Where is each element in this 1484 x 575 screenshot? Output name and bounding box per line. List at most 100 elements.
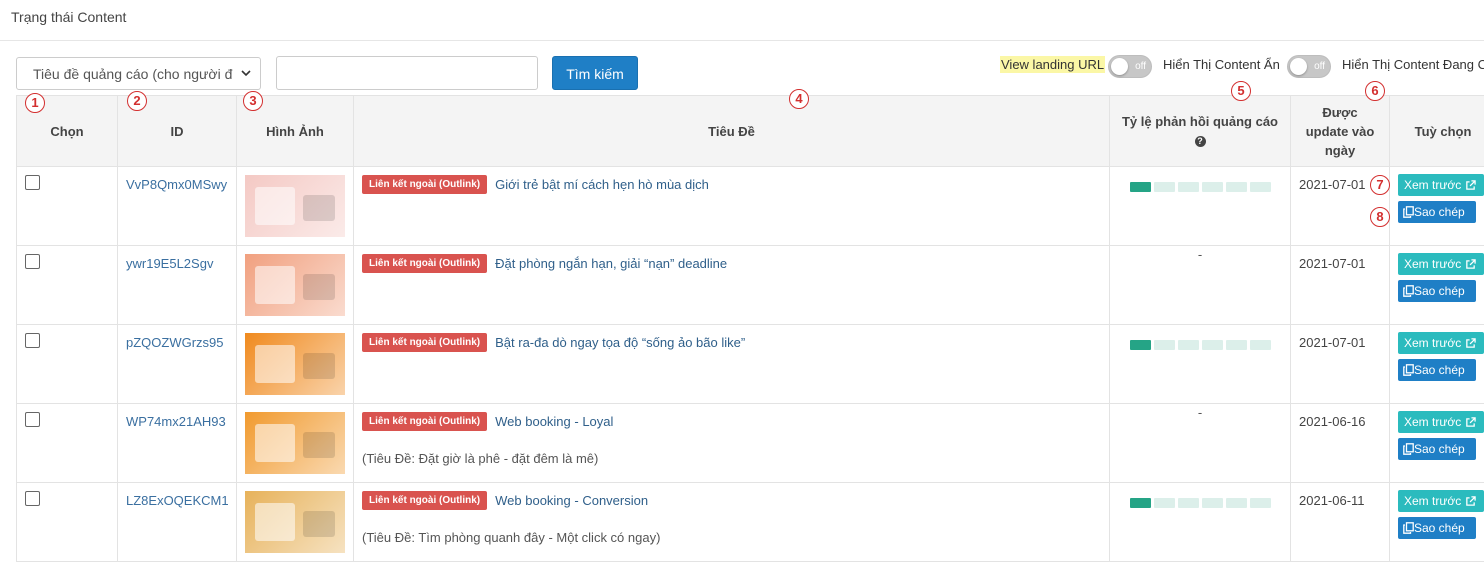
content-id-link[interactable]: ywr19E5L2Sgv (126, 256, 213, 271)
row-checkbox[interactable] (25, 412, 40, 427)
id-cell: pZQOZWGrzs95 (117, 324, 237, 404)
select-cell (16, 482, 118, 562)
show-running-content-label: Hiển Thị Content Đang Chạy (1342, 57, 1484, 72)
content-subtitle: (Tiêu Đề: Tìm phòng quanh đây - Một clic… (362, 530, 661, 545)
rate-bar-segment (1201, 340, 1223, 350)
content-title-link[interactable]: Bật ra-đa dò ngay tọa độ “sống ảo bão li… (495, 335, 745, 350)
rate-bar-segment (1225, 340, 1247, 350)
outlink-badge: Liên kết ngoài (Outlink) (362, 491, 488, 510)
header-title: Tiêu Đề (353, 95, 1110, 167)
header-response-rate: Tỷ lệ phản hồi quảng cáo ? (1109, 95, 1291, 167)
title-divider (0, 40, 1484, 41)
filter-select-value: Tiêu đề quảng cáo (cho người đ (33, 66, 233, 82)
row-checkbox[interactable] (25, 491, 40, 506)
rate-bar-segment (1249, 340, 1271, 350)
external-link-icon (1465, 259, 1476, 269)
rate-bar-segment (1249, 182, 1271, 192)
response-rate-bars (1129, 498, 1271, 508)
content-thumbnail[interactable] (245, 412, 345, 474)
preview-button[interactable]: Xem trước (1398, 490, 1484, 512)
annotation-marker-2: 2 (127, 91, 147, 111)
copy-icon (1403, 443, 1414, 455)
table-row: LZ8ExOQEKCM1 Liên kết ngoài (Outlink) Web … (16, 482, 1484, 562)
rate-bar-segment (1153, 340, 1175, 350)
response-rate-bars (1129, 182, 1271, 192)
outlink-badge: Liên kết ngoài (Outlink) (362, 175, 488, 194)
rate-bar-segment (1129, 182, 1151, 192)
content-id-link[interactable]: VvP8Qmx0MSwy (126, 177, 227, 192)
view-landing-url-toggle[interactable]: off (1108, 55, 1152, 78)
copy-button[interactable]: Sao chép (1398, 201, 1476, 223)
preview-button[interactable]: Xem trước (1398, 332, 1484, 354)
preview-button[interactable]: Xem trước (1398, 411, 1484, 433)
id-cell: LZ8ExOQEKCM1 (117, 482, 237, 562)
copy-button[interactable]: Sao chép (1398, 438, 1476, 460)
content-thumbnail[interactable] (245, 491, 345, 553)
rate-bar-segment (1177, 498, 1199, 508)
response-rate-cell (1109, 482, 1291, 562)
content-table: Chọn ID Hình Ảnh Tiêu Đề Tỷ lệ phản hồi … (16, 95, 1484, 562)
id-cell: VvP8Qmx0MSwy (117, 166, 237, 246)
content-id-link[interactable]: LZ8ExOQEKCM1 (126, 493, 229, 508)
filter-field-select[interactable]: Tiêu đề quảng cáo (cho người đ (16, 57, 261, 90)
toggle-knob (1290, 58, 1307, 75)
external-link-icon (1465, 180, 1476, 190)
content-title-link[interactable]: Web booking - Conversion (495, 493, 648, 508)
annotation-marker-6: 6 (1365, 81, 1385, 101)
table-row: pZQOZWGrzs95 Liên kết ngoài (Outlink) Bật … (16, 324, 1484, 404)
content-title-link[interactable]: Web booking - Loyal (495, 414, 613, 429)
updated-date: 2021-07-01 (1290, 324, 1390, 404)
content-thumbnail[interactable] (245, 175, 345, 237)
toggle-knob (1111, 58, 1128, 75)
rate-bar-segment (1177, 340, 1199, 350)
row-checkbox[interactable] (25, 333, 40, 348)
copy-icon (1403, 285, 1414, 297)
chevron-down-icon (241, 70, 251, 77)
response-rate-cell: - (1109, 403, 1291, 483)
response-rate-empty: - (1197, 405, 1203, 420)
rate-bar-segment (1153, 182, 1175, 192)
image-cell (236, 482, 354, 562)
show-hidden-content-toggle[interactable]: off (1287, 55, 1331, 78)
content-title-link[interactable]: Giới trẻ bật mí cách hẹn hò mùa dịch (495, 177, 709, 192)
updated-date: 2021-07-01 (1290, 245, 1390, 325)
copy-button[interactable]: Sao chép (1398, 517, 1476, 539)
row-checkbox[interactable] (25, 254, 40, 269)
image-cell (236, 324, 354, 404)
table-body: VvP8Qmx0MSwy Liên kết ngoài (Outlink) Giới… (16, 166, 1484, 562)
rate-bar-segment (1201, 182, 1223, 192)
row-checkbox[interactable] (25, 175, 40, 190)
preview-button[interactable]: Xem trước (1398, 253, 1484, 275)
help-icon[interactable]: ? (1194, 136, 1206, 148)
content-thumbnail[interactable] (245, 333, 345, 395)
search-input[interactable] (276, 56, 538, 90)
rate-bar-segment (1225, 182, 1247, 192)
content-title-link[interactable]: Đặt phòng ngắn hạn, giải “nạn” deadline (495, 256, 727, 271)
title-cell: Liên kết ngoài (Outlink) Web booking - Co… (353, 482, 1110, 562)
table-row: VvP8Qmx0MSwy Liên kết ngoài (Outlink) Giới… (16, 166, 1484, 246)
rate-bar-segment (1129, 340, 1151, 350)
preview-button[interactable]: Xem trước (1398, 174, 1484, 196)
annotation-marker-5: 5 (1231, 81, 1251, 101)
annotation-marker-4: 4 (789, 89, 809, 109)
image-cell (236, 403, 354, 483)
content-id-link[interactable]: pZQOZWGrzs95 (126, 335, 224, 350)
copy-button[interactable]: Sao chép (1398, 280, 1476, 302)
view-landing-url-label: View landing URL (1000, 56, 1106, 73)
response-rate-cell (1109, 166, 1291, 246)
updated-date: 2021-06-11 (1290, 482, 1390, 562)
rate-bar-segment (1201, 498, 1223, 508)
search-button[interactable]: Tìm kiếm (552, 56, 638, 90)
copy-icon (1403, 522, 1414, 534)
copy-button[interactable]: Sao chép (1398, 359, 1476, 381)
content-id-link[interactable]: WP74mx21AH93 (126, 414, 226, 429)
options-cell: Xem trước Sao chép (1389, 166, 1484, 246)
select-cell (16, 166, 118, 246)
external-link-icon (1465, 496, 1476, 506)
annotation-marker-8: 8 (1370, 207, 1390, 227)
content-thumbnail[interactable] (245, 254, 345, 316)
options-cell: Xem trước Sao chép (1389, 482, 1484, 562)
rate-bar-segment (1225, 498, 1247, 508)
annotation-marker-1: 1 (25, 93, 45, 113)
rate-bar-segment (1129, 498, 1151, 508)
